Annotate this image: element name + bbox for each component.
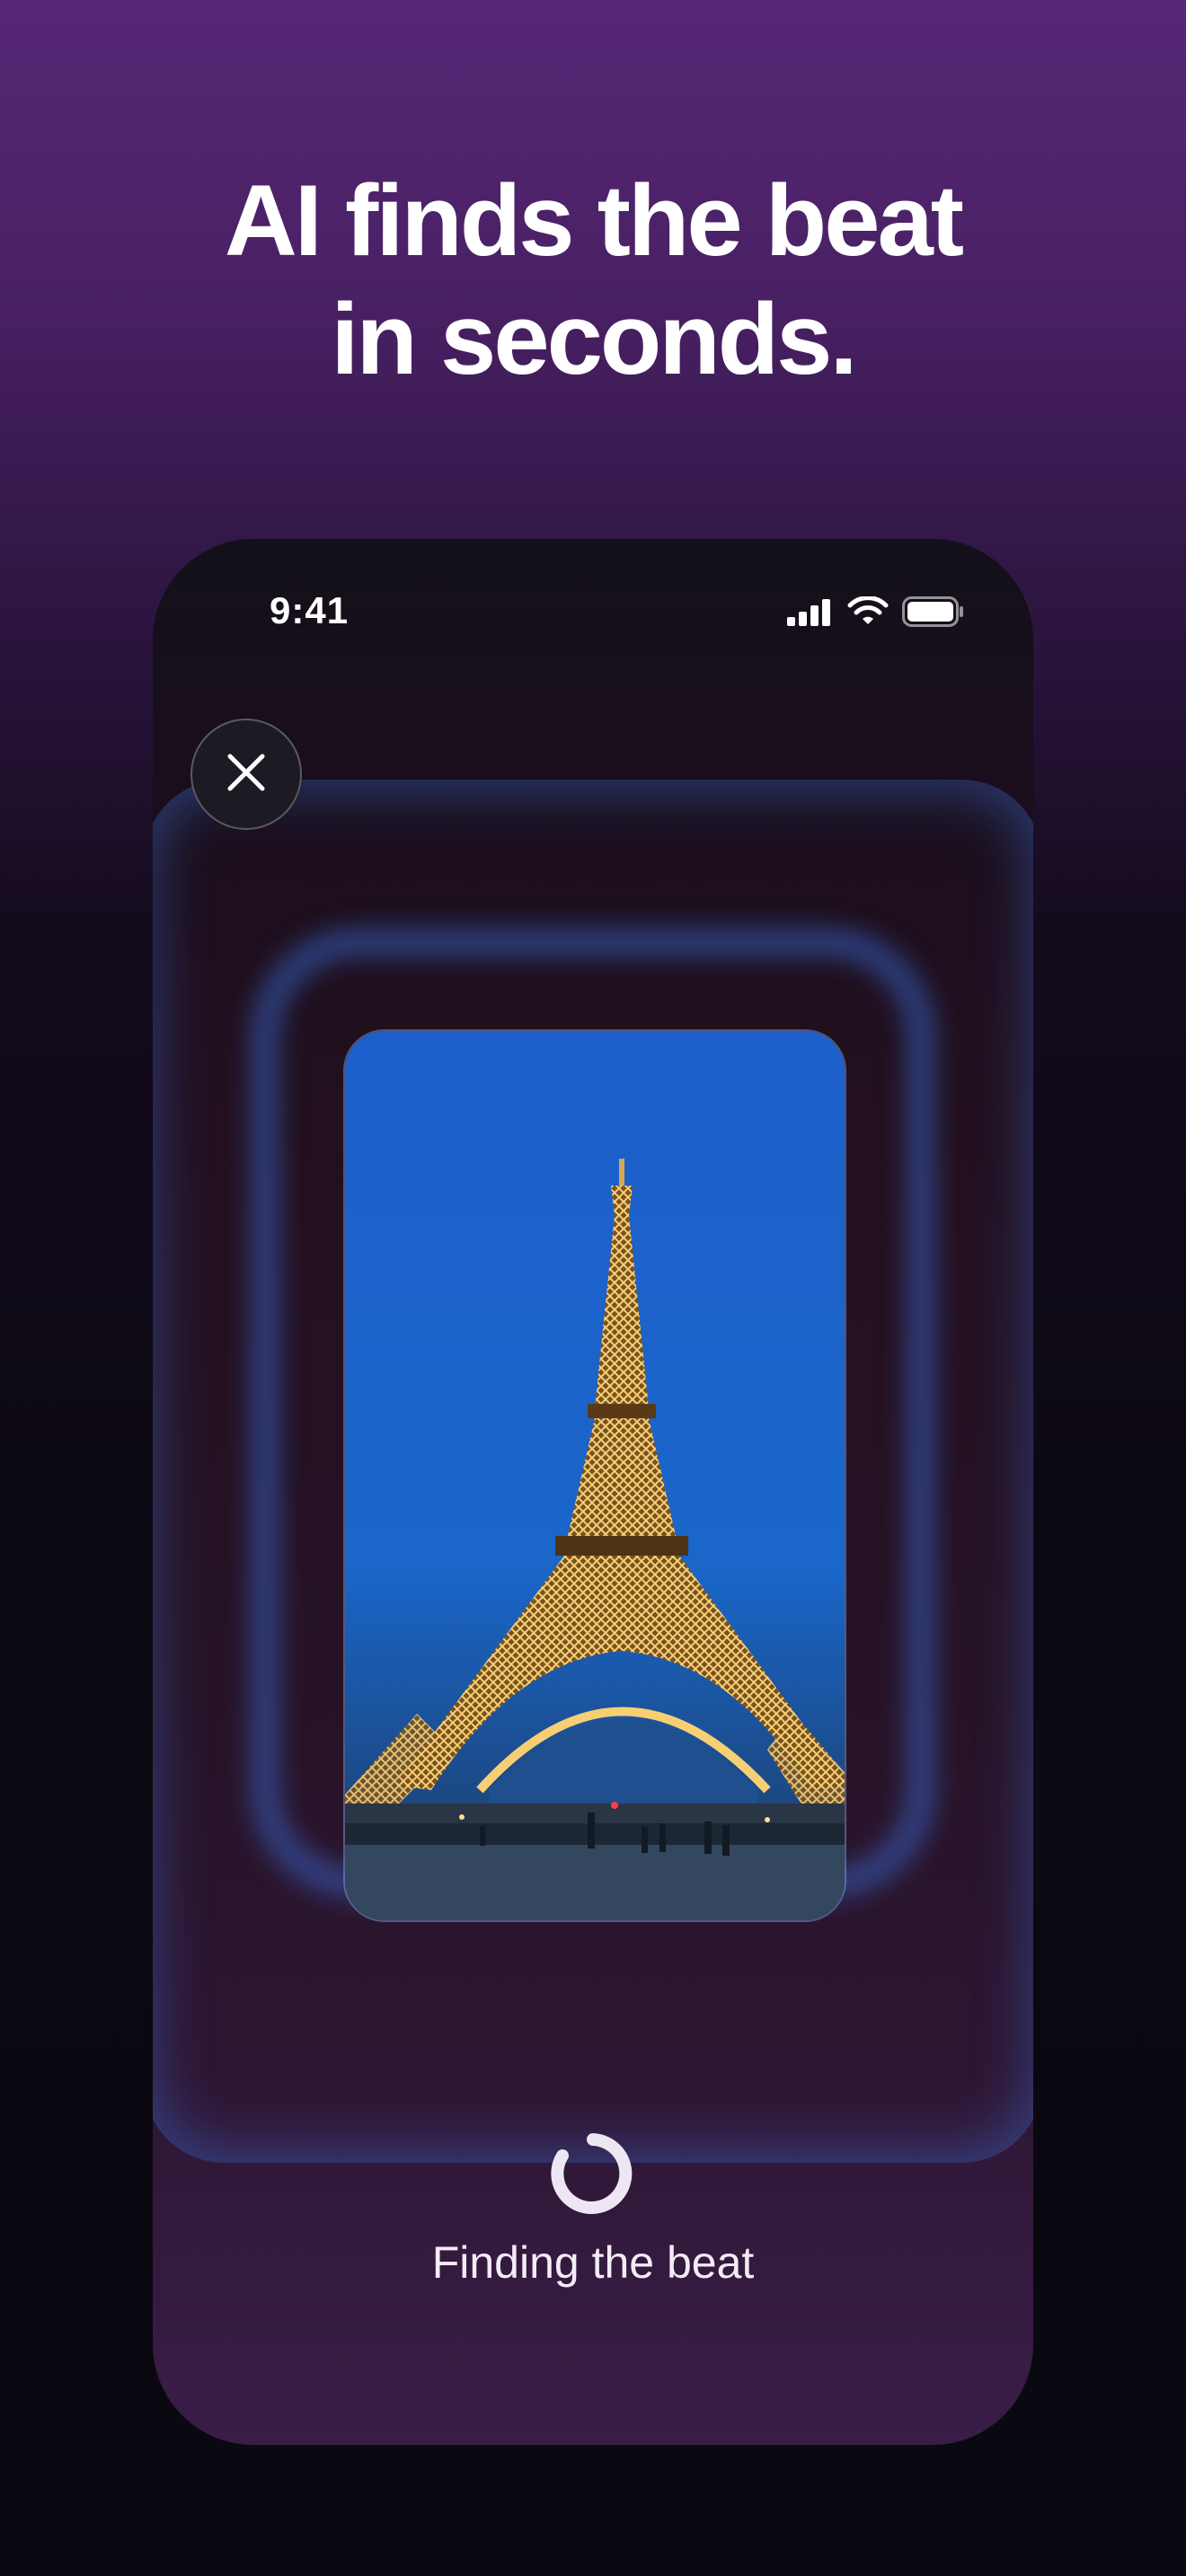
headline-line-2: in seconds. <box>331 283 857 395</box>
eiffel-tower-photo <box>345 1031 845 1920</box>
status-bar-icons <box>787 595 965 631</box>
video-preview-card <box>343 1029 846 1922</box>
status-bar-time: 9:41 <box>270 589 350 631</box>
wifi-icon <box>846 595 890 631</box>
battery-icon <box>902 596 965 631</box>
headline-line-1: AI finds the beat <box>224 164 964 277</box>
phone-mockup: 9:41 Finding the beat <box>153 539 1033 2445</box>
cellular-signal-icon <box>787 597 834 631</box>
spinner-icon <box>550 2130 636 2217</box>
close-button[interactable] <box>190 719 302 830</box>
close-icon <box>221 747 271 802</box>
loading-label: Finding the beat <box>431 2237 755 2288</box>
marketing-headline: AI finds the beat in seconds. <box>0 162 1186 399</box>
